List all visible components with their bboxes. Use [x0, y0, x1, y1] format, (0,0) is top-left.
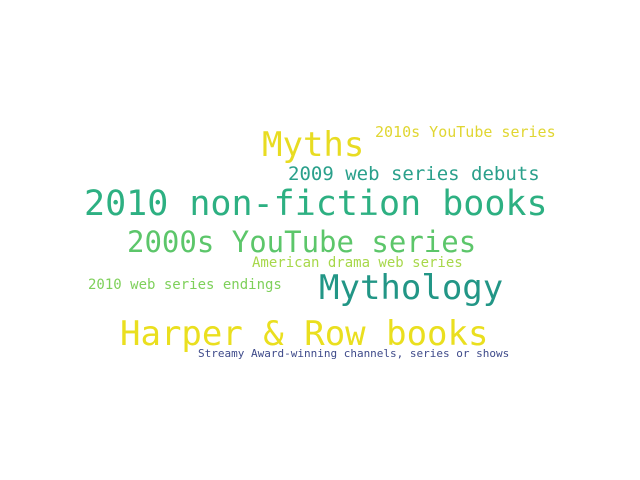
word-streamy-award-winning: Streamy Award-winning channels, series o… — [198, 347, 510, 360]
word-2010-web-series-endings: 2010 web series endings — [88, 277, 282, 293]
word-mythology: Mythology — [319, 268, 504, 308]
word-2010-non-fiction-books: 2010 non-fiction books — [84, 184, 548, 224]
word-harper-row-books: Harper & Row books — [120, 314, 489, 354]
word-2010s-youtube-series: 2010s YouTube series — [375, 123, 556, 141]
word-2000s-youtube-series: 2000s YouTube series — [127, 225, 477, 259]
word-2009-web-series-debuts: 2009 web series debuts — [288, 163, 540, 185]
word-myths: Myths — [262, 125, 365, 165]
word-cloud: Myths 2010s YouTube series 2009 web seri… — [0, 0, 640, 480]
